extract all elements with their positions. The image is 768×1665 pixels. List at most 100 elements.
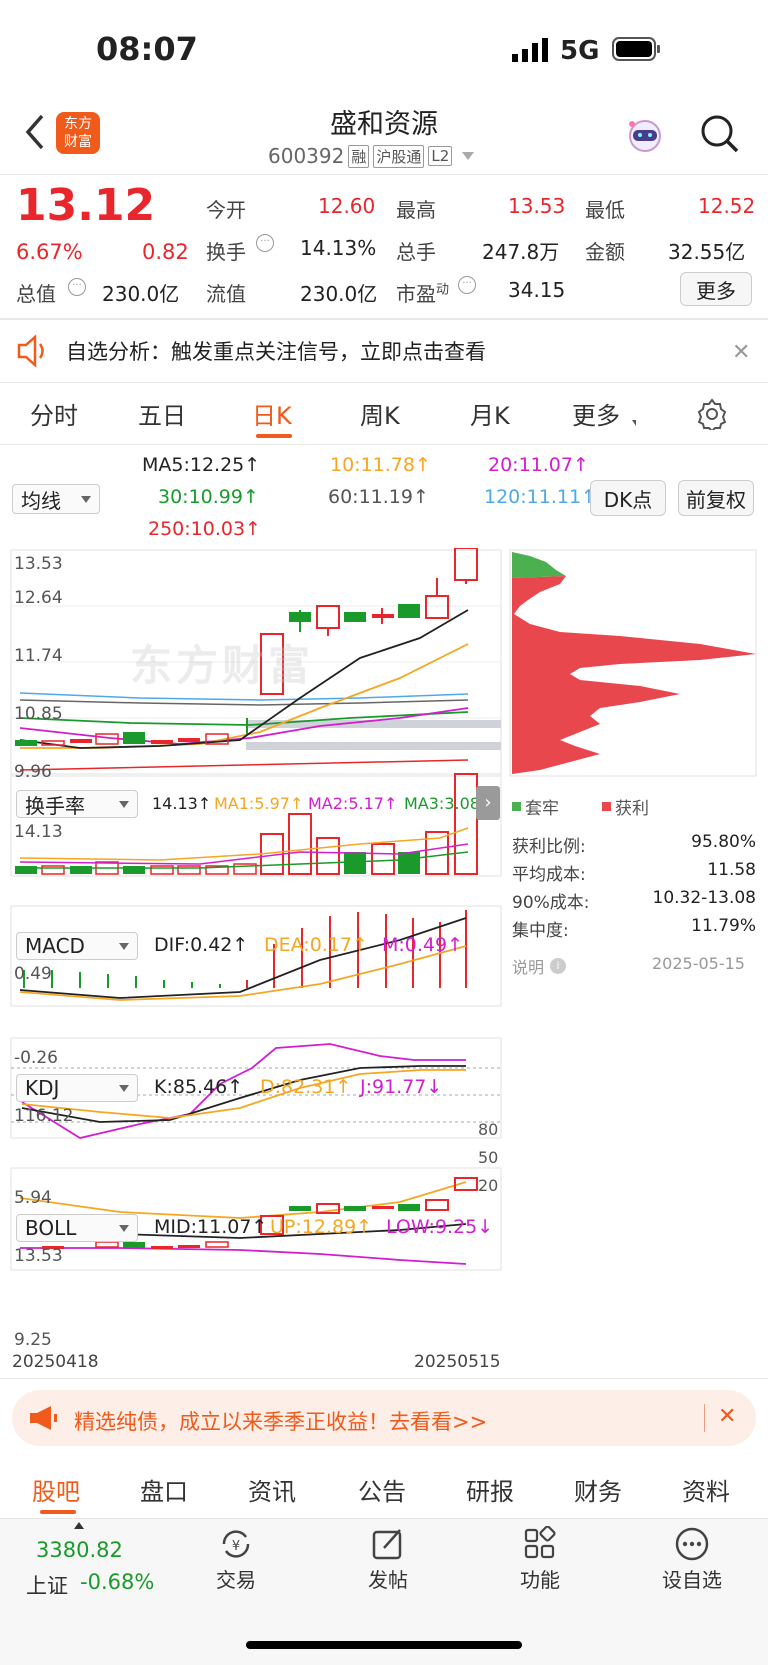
info-icon[interactable]: ··· (68, 278, 86, 296)
profit-legend: 获利 (602, 794, 649, 819)
turnover-value-label: 14.13↑ (152, 794, 212, 813)
tab-guba[interactable]: 股吧 (32, 1472, 80, 1507)
change-amount: 0.82 (142, 240, 189, 264)
high-value: 13.53 (508, 194, 566, 218)
search-icon[interactable] (700, 114, 740, 154)
axis-label: 13.53 (14, 554, 63, 574)
turnover-label: 换手 (206, 240, 246, 264)
axis-label: 9.96 (14, 762, 52, 782)
index-change[interactable]: -0.68% (80, 1570, 154, 1594)
ma250-label: 250:10.03↑ (148, 518, 261, 540)
turnover-ma3: MA3:3.08 (404, 794, 480, 813)
macd-m: M:0.49↑ (382, 934, 464, 956)
tab-order-book[interactable]: 盘口 (140, 1472, 188, 1507)
close-icon[interactable]: ✕ (718, 1404, 736, 1429)
tab-announcements[interactable]: 公告 (358, 1472, 406, 1507)
red-square-icon (602, 802, 611, 811)
functions-button[interactable]: 功能 (508, 1526, 572, 1593)
pe-label: 市盈动 (396, 282, 450, 306)
tab-intraday[interactable]: 分时 (30, 396, 78, 431)
macd-axis-top: 0.49 (14, 964, 52, 984)
signal-icon (512, 38, 550, 62)
panel-expand-button[interactable]: › (476, 786, 500, 820)
chip-row-concentration: 集中度: 11.79% (512, 916, 756, 941)
axis-label: 12.64 (14, 588, 63, 608)
tab-more[interactable]: 更多 (572, 396, 620, 431)
turnover-value: 14.13% (300, 236, 377, 260)
ma5-label: MA5:12.25↑ (142, 454, 261, 476)
close-icon[interactable]: ✕ (732, 340, 750, 365)
date-end: 20250515 (414, 1352, 501, 1372)
robot-avatar-icon[interactable] (626, 116, 664, 156)
trade-button[interactable]: ¥ 交易 (204, 1526, 268, 1593)
chip-date: 2025-05-15 (652, 954, 745, 973)
tab-weekly-k[interactable]: 周K (360, 396, 400, 431)
info-icon[interactable]: ··· (256, 234, 274, 252)
dropdown-icon (119, 942, 129, 950)
chip-note[interactable]: 说明 i (512, 954, 567, 978)
last-price: 13.12 (16, 180, 156, 231)
chip-distribution (512, 552, 756, 774)
chart-tabs: 分时 五日 日K 周K 月K 更多 (0, 396, 768, 436)
kdj-level-50: 50 (478, 1148, 499, 1167)
kdj-selector[interactable]: KDJ (16, 1074, 138, 1102)
tab-research[interactable]: 研报 (466, 1472, 514, 1507)
macd-dif: DIF:0.42↑ (154, 934, 249, 956)
dots-icon (675, 1527, 709, 1561)
tab-monthly-k[interactable]: 月K (470, 396, 510, 431)
notice-text[interactable]: 自选分析：触发重点关注信号，立即点击查看 (66, 336, 486, 366)
dropdown-icon (119, 1224, 129, 1232)
grid-icon (524, 1526, 556, 1559)
turnover-axis-top: 14.13 (14, 822, 63, 842)
badge-margin: 融 (348, 144, 370, 168)
mktcap-value: 230.0亿 (102, 282, 180, 306)
amount-label: 金额 (585, 240, 625, 264)
date-start: 20250418 (12, 1352, 99, 1372)
tab-more-triangle-icon (632, 420, 636, 426)
info-icon[interactable]: ··· (458, 276, 476, 294)
chip-row-avg-cost: 平均成本: 11.58 (512, 860, 756, 885)
tab-finance[interactable]: 财务 (574, 1472, 622, 1507)
ma-selector[interactable]: 均线 (12, 484, 100, 514)
axis-label: 10.85 (14, 704, 63, 724)
home-indicator (246, 1641, 522, 1649)
ma10-label: 10:11.78↑ (330, 454, 431, 476)
macd-selector[interactable]: MACD (16, 932, 138, 960)
chip-row-profit-ratio: 获利比例: 95.80% (512, 832, 756, 857)
more-button[interactable]: 更多 (680, 272, 752, 306)
post-button[interactable]: 发帖 (356, 1526, 420, 1593)
badge-level2: L2 (428, 146, 453, 166)
dk-point-button[interactable]: DK点 (590, 480, 666, 516)
axis-label: 11.74 (14, 646, 63, 666)
boll-selector[interactable]: BOLL (16, 1214, 138, 1242)
boll-axis-top: 13.53 (14, 1246, 63, 1266)
yen-refresh-icon: ¥ (222, 1530, 250, 1558)
settings-gear-icon[interactable] (696, 398, 728, 433)
add-watchlist-button[interactable]: 设自选 (652, 1526, 732, 1593)
tab-profile[interactable]: 资料 (682, 1472, 730, 1507)
turnover-selector[interactable]: 换手率 (16, 790, 138, 818)
change-percent: 6.67% (16, 240, 83, 264)
boll-up: UP:12.89↑ (270, 1216, 373, 1238)
open-value: 12.60 (318, 194, 376, 218)
adjust-button[interactable]: 前复权 (678, 480, 754, 516)
float-value: 230.0亿 (300, 282, 378, 306)
chip-row-cost-range: 90%成本: 10.32-13.08 (512, 888, 756, 913)
status-time: 08:07 (96, 30, 198, 68)
amount-value: 32.55亿 (668, 240, 746, 264)
tab-five-day[interactable]: 五日 (138, 396, 186, 431)
macd-dea: DEA:0.17↑ (264, 934, 368, 956)
bottom-tab-indicator (40, 1510, 76, 1514)
tab-daily-k[interactable]: 日K (252, 396, 292, 431)
index-name[interactable]: 上证 (26, 1570, 68, 1600)
tab-news[interactable]: 资讯 (248, 1472, 296, 1507)
up-arrow-icon (74, 1522, 84, 1529)
bottom-tabs: 股吧 盘口 资讯 公告 研报 财务 资料 (0, 1472, 768, 1512)
stock-code-row[interactable]: 600392 融 沪股通 L2 (268, 144, 475, 168)
kdj-axis-top: 116.12 (14, 1106, 74, 1126)
ad-text[interactable]: 精选纯债，成立以来季季正收益！去看看>> (74, 1406, 487, 1436)
volume-value: 247.8万 (482, 240, 560, 264)
edit-icon (372, 1529, 402, 1560)
index-value[interactable]: 3380.82 (36, 1538, 123, 1562)
low-value: 12.52 (698, 194, 756, 218)
